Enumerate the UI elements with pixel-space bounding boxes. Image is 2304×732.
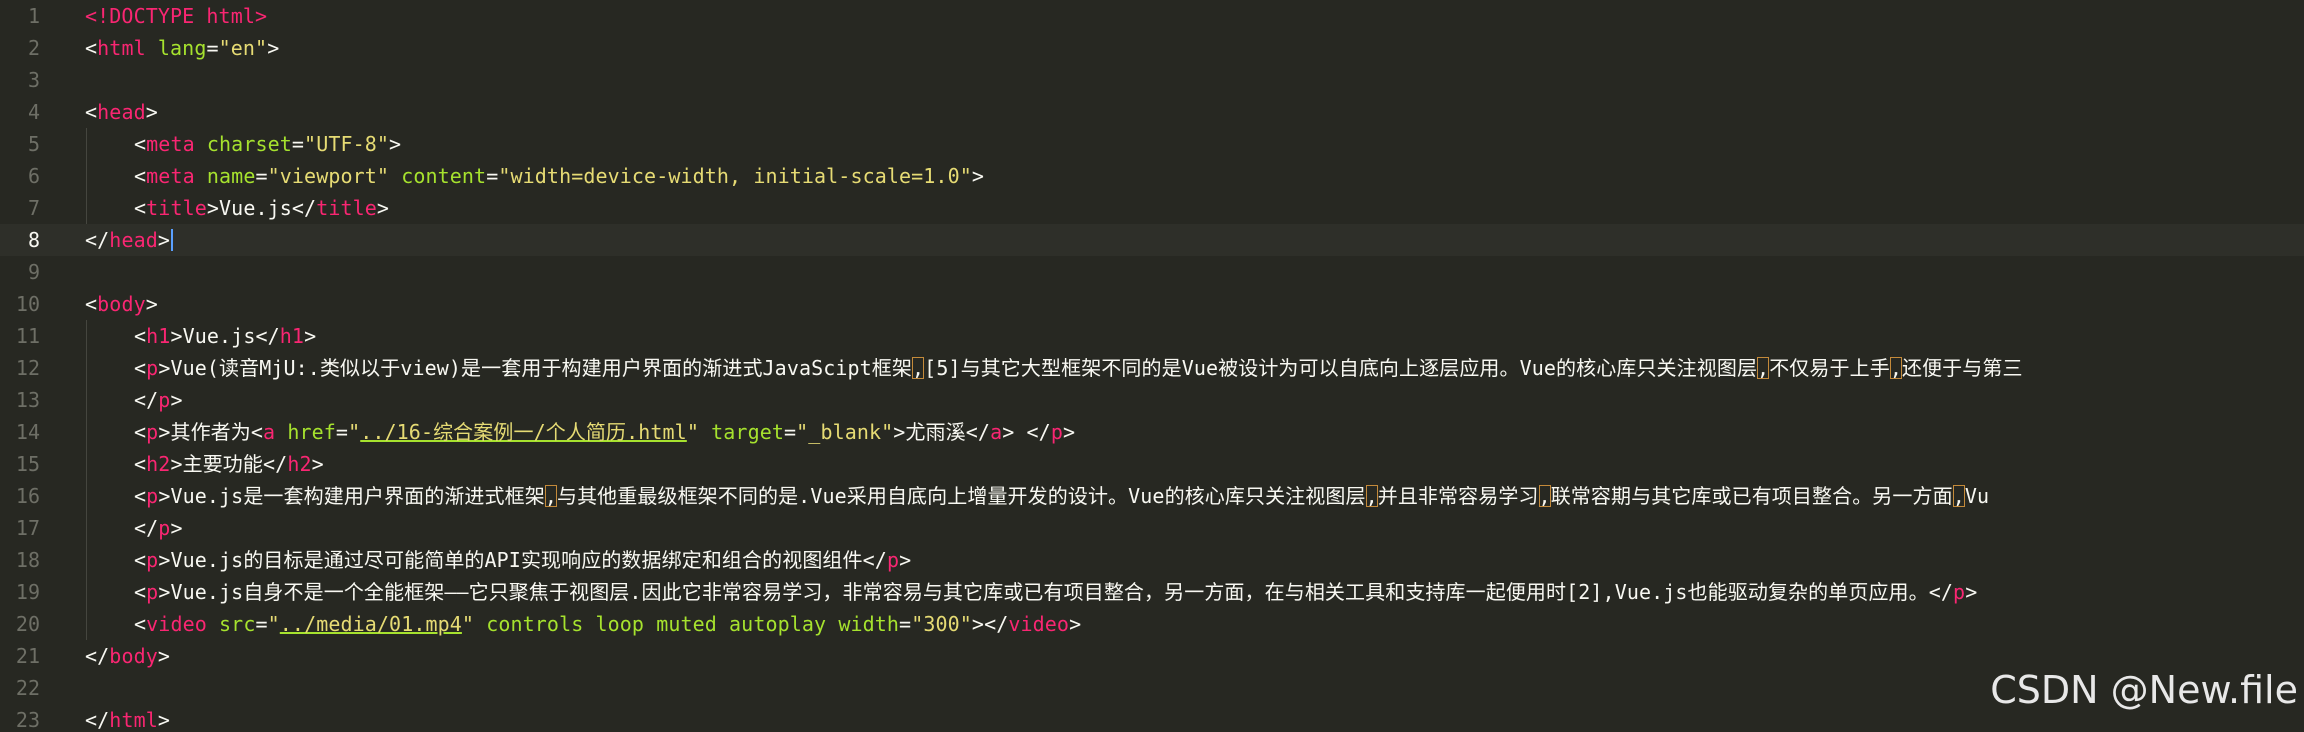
code-text: <h1>Vue.js</h1>: [134, 324, 317, 348]
code-line[interactable]: 20 <video src="../media/01.mp4" controls…: [0, 608, 2304, 640]
line-number: 13: [15, 388, 40, 412]
line-number: 12: [15, 356, 40, 380]
code-text: <h2>主要功能</h2>: [134, 452, 324, 476]
line-number: 10: [15, 292, 40, 316]
line-number: 23: [15, 708, 40, 732]
code-line[interactable]: 17 </p>: [0, 512, 2304, 544]
code-line[interactable]: 4 <head>: [0, 96, 2304, 128]
code-text: </html>: [85, 708, 171, 732]
line-number: 9: [27, 260, 40, 284]
watermark: CSDN @New.file: [1990, 668, 2298, 712]
code-line[interactable]: 11 <h1>Vue.js</h1>: [0, 320, 2304, 352]
highlighted-comma: ,: [1952, 484, 1965, 508]
line-number: 1: [27, 4, 40, 28]
code-text: <meta name="viewport" content="width=dev…: [134, 164, 985, 188]
code-line[interactable]: 13 </p>: [0, 384, 2304, 416]
code-line[interactable]: 2 <html lang="en">: [0, 32, 2304, 64]
line-number: 3: [27, 68, 40, 92]
code-text: <p>Vue.js的目标是通过尽可能简单的API实现响应的数据绑定和组合的视图组…: [134, 548, 912, 572]
code-line[interactable]: 10 <body>: [0, 288, 2304, 320]
code-text: <video src="../media/01.mp4" controls lo…: [134, 612, 1082, 636]
code-line[interactable]: 9: [0, 256, 2304, 288]
code-editor[interactable]: 1 <!DOCTYPE html> 2 <html lang="en"> 3 4…: [0, 0, 2304, 732]
line-number: 22: [15, 676, 40, 700]
code-line[interactable]: 14 <p>其作者为<a href="../16-综合案例一/个人简历.html…: [0, 416, 2304, 448]
code-text: </p>: [134, 516, 183, 540]
line-number: 8: [27, 228, 40, 252]
line-number: 11: [15, 324, 40, 348]
code-text: <p>Vue.js是一套构建用户界面的渐进式框架,与其他重最级框架不同的是.Vu…: [134, 484, 1990, 508]
line-number: 4: [27, 100, 40, 124]
text-cursor: [171, 229, 174, 251]
code-text: <meta charset="UTF-8">: [134, 132, 402, 156]
code-text: <title>Vue.js</title>: [134, 196, 390, 220]
code-line[interactable]: 18 <p>Vue.js的目标是通过尽可能简单的API实现响应的数据绑定和组合的…: [0, 544, 2304, 576]
highlighted-comma: ,: [1365, 484, 1378, 508]
line-number: 19: [15, 580, 40, 604]
code-line-current[interactable]: 8 </head>: [0, 224, 2304, 256]
line-number: 2: [27, 36, 40, 60]
code-line[interactable]: 6 <meta name="viewport" content="width=d…: [0, 160, 2304, 192]
line-number: 14: [15, 420, 40, 444]
code-text: </head>: [85, 229, 174, 253]
code-line[interactable]: 7 <title>Vue.js</title>: [0, 192, 2304, 224]
code-text: <p>Vue.js自身不是一个全能框架——它只聚焦于视图层.因此它非常容易学习，…: [134, 580, 1978, 604]
line-number: 15: [15, 452, 40, 476]
code-text: <p>其作者为<a href="../16-综合案例一/个人简历.html" t…: [134, 420, 1076, 444]
code-line[interactable]: 19 <p>Vue.js自身不是一个全能框架——它只聚焦于视图层.因此它非常容易…: [0, 576, 2304, 608]
code-line[interactable]: 22: [0, 672, 2304, 704]
line-number: 20: [15, 612, 40, 636]
code-text: <p>Vue(读音MjU:.类似以于view)是一套用于构建用户界面的渐进式Ja…: [134, 356, 2023, 380]
line-number: 17: [15, 516, 40, 540]
code-line[interactable]: 3: [0, 64, 2304, 96]
code-text: <head>: [85, 100, 158, 124]
line-number: 5: [27, 132, 40, 156]
code-text: </body>: [85, 644, 171, 668]
href-link[interactable]: ../16-综合案例一/个人简历.html: [360, 420, 687, 444]
line-number: 18: [15, 548, 40, 572]
highlighted-comma: ,: [544, 484, 557, 508]
code-line[interactable]: 16 <p>Vue.js是一套构建用户界面的渐进式框架,与其他重最级框架不同的是…: [0, 480, 2304, 512]
code-line[interactable]: 15 <h2>主要功能</h2>: [0, 448, 2304, 480]
line-number: 21: [15, 644, 40, 668]
code-line[interactable]: 23 </html>: [0, 704, 2304, 732]
highlighted-comma: ,: [1889, 356, 1902, 380]
code-text: </p>: [134, 388, 183, 412]
code-text: <body>: [85, 292, 158, 316]
highlighted-comma: ,: [1538, 484, 1551, 508]
line-number: 7: [27, 196, 40, 220]
line-number: 6: [27, 164, 40, 188]
code-line[interactable]: 12 <p>Vue(读音MjU:.类似以于view)是一套用于构建用户界面的渐进…: [0, 352, 2304, 384]
code-line[interactable]: 1 <!DOCTYPE html>: [0, 0, 2304, 32]
code-line[interactable]: 5 <meta charset="UTF-8">: [0, 128, 2304, 160]
line-number: 16: [15, 484, 40, 508]
code-line[interactable]: 21 </body>: [0, 640, 2304, 672]
highlighted-comma: ,: [1757, 356, 1770, 380]
src-link[interactable]: ../media/01.mp4: [280, 612, 462, 636]
code-text: <!DOCTYPE html>: [85, 4, 268, 28]
highlighted-comma: ,: [912, 356, 925, 380]
code-text: <html lang="en">: [85, 36, 280, 60]
